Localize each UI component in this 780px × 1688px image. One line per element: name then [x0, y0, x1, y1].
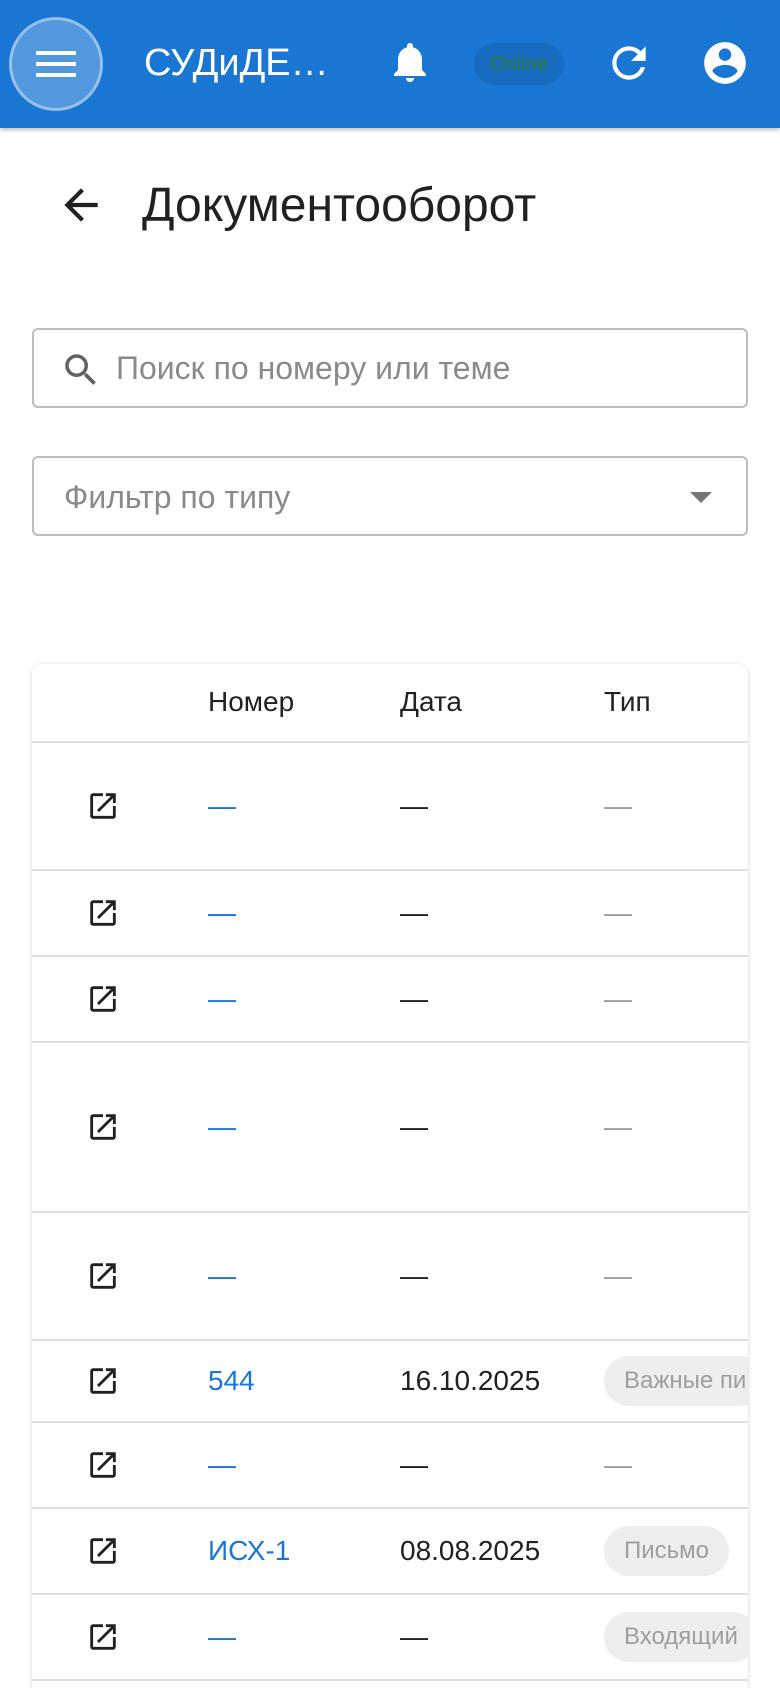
arrow-back-icon[interactable]	[56, 180, 106, 230]
open-in-new-icon[interactable]	[86, 1534, 120, 1568]
page-title: Документооборот	[142, 179, 537, 232]
document-type: —	[604, 1111, 632, 1142]
account-circle-icon[interactable]	[700, 38, 750, 88]
document-date: —	[400, 897, 428, 928]
dropdown-arrow-icon	[690, 492, 712, 503]
document-number-link[interactable]: —	[208, 1621, 236, 1653]
document-type: —	[604, 1260, 632, 1291]
documents-table: Номер Дата Тип — — — — — — — — — — — — —…	[32, 664, 748, 1688]
document-date: 16.10.2025	[400, 1365, 541, 1396]
document-date: —	[400, 790, 428, 821]
document-number-link[interactable]: —	[208, 790, 236, 822]
app-title: СУДиДЕ…	[144, 42, 329, 84]
search-icon	[65, 354, 96, 385]
table-row[interactable]: 544 16.10.2025 Важные пи	[32, 1341, 748, 1423]
document-number-link[interactable]: —	[208, 1111, 236, 1143]
open-in-new-icon[interactable]	[86, 896, 120, 930]
document-date: 08.08.2025	[400, 1535, 541, 1566]
open-in-new-icon[interactable]	[86, 789, 120, 823]
open-in-new-icon[interactable]	[86, 1620, 120, 1654]
document-type: —	[604, 897, 632, 928]
table-row[interactable]: — — —	[32, 1213, 748, 1341]
menu-icon	[36, 51, 76, 77]
open-in-new-icon[interactable]	[86, 1448, 120, 1482]
open-in-new-icon[interactable]	[86, 982, 120, 1016]
table-row[interactable]: — — Входящий	[32, 1595, 748, 1681]
document-type-chip: Входящий	[604, 1612, 748, 1662]
column-header-date[interactable]: Дата	[400, 686, 462, 718]
document-number-link[interactable]: 544	[208, 1365, 255, 1397]
table-row[interactable]: — — —	[32, 743, 748, 871]
app-bar: СУДиДЕ… Online	[0, 0, 780, 128]
menu-button[interactable]	[9, 17, 103, 111]
document-type-chip: Письмо	[604, 1526, 730, 1576]
document-number-link[interactable]: ИСХ-1	[208, 1535, 290, 1567]
document-type: —	[604, 790, 632, 821]
document-date: —	[400, 1449, 428, 1480]
document-date: —	[400, 1621, 428, 1652]
table-row[interactable]: — — —	[32, 1043, 748, 1213]
document-number-link[interactable]: —	[208, 1449, 236, 1481]
search-input[interactable]	[116, 330, 736, 406]
open-in-new-icon[interactable]	[86, 1364, 120, 1398]
filter-label: Фильтр по типу	[64, 479, 291, 515]
document-type: —	[604, 1449, 632, 1480]
open-in-new-icon[interactable]	[86, 1259, 120, 1293]
table-header: Номер Дата Тип	[32, 664, 748, 743]
document-number-link[interactable]: —	[208, 1260, 236, 1292]
refresh-icon[interactable]	[604, 38, 654, 88]
document-date: —	[400, 983, 428, 1014]
search-field[interactable]	[32, 328, 748, 408]
column-header-type[interactable]: Тип	[604, 686, 651, 718]
column-header-number[interactable]: Номер	[208, 686, 294, 718]
table-row[interactable]: — — —	[32, 957, 748, 1043]
document-date: —	[400, 1260, 428, 1291]
document-type-chip: Важные пи	[604, 1356, 748, 1406]
document-type: —	[604, 983, 632, 1014]
table-row[interactable]: — — —	[32, 1423, 748, 1509]
bell-icon[interactable]	[386, 38, 434, 86]
document-number-link[interactable]: —	[208, 897, 236, 929]
table-row[interactable]: ИСХ-1 08.08.2025 Письмо	[32, 1509, 748, 1595]
document-date: —	[400, 1111, 428, 1142]
type-filter-select[interactable]: Фильтр по типу	[32, 456, 748, 536]
open-in-new-icon[interactable]	[86, 1110, 120, 1144]
status-badge: Online	[474, 43, 564, 85]
table-row[interactable]: — — —	[32, 871, 748, 957]
document-number-link[interactable]: —	[208, 983, 236, 1015]
